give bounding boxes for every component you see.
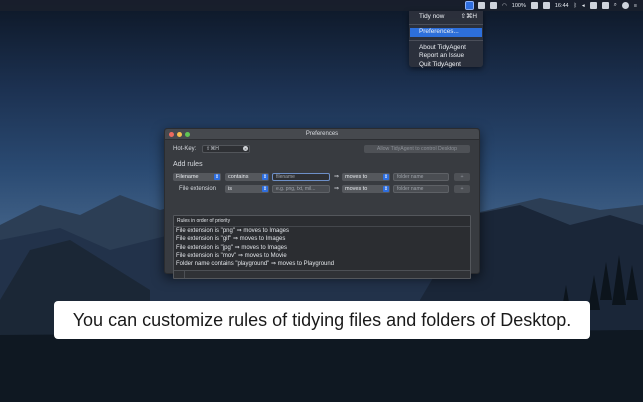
chevron-updown-icon: ⇕ — [262, 174, 268, 180]
user-icon[interactable] — [621, 2, 629, 9]
rules-list-footer — [174, 270, 470, 278]
wifi-icon[interactable]: ◠ — [502, 3, 507, 9]
menu-item-report-issue[interactable]: Report an Issue — [409, 52, 483, 60]
rule1-subject-select[interactable]: Filename ⇕ — [173, 173, 221, 181]
app-status-icon[interactable] — [477, 2, 485, 9]
chevron-updown-icon: ⇕ — [262, 186, 268, 192]
rule1-action-select[interactable]: moves to ⇕ — [342, 173, 390, 181]
menu-item-quit[interactable]: Quit TidyAgent — [409, 61, 483, 69]
clear-hotkey-icon[interactable]: × — [243, 146, 248, 151]
rules-list-header: Rules in order of priority — [174, 216, 470, 227]
menu-item-about[interactable]: About TidyAgent — [409, 44, 483, 52]
rule2-operator-select[interactable]: is ⇕ — [225, 185, 269, 193]
hotkey-field[interactable]: ⇧⌘H × — [202, 145, 250, 153]
tidyagent-status-icon[interactable] — [464, 1, 474, 10]
menu-separator — [409, 24, 483, 26]
rule2-extension-input[interactable]: e.g. png, txt, mil... — [272, 185, 330, 193]
hotkey-label: Hot-Key: — [173, 146, 197, 152]
allow-control-desktop-button[interactable]: Allow TidyAgent to control Desktop — [364, 145, 470, 153]
calendar-icon[interactable] — [542, 2, 550, 9]
chevron-updown-icon: ⇕ — [383, 186, 389, 192]
menu-separator — [409, 39, 483, 41]
rules-list[interactable]: Rules in order of priority File extensio… — [173, 215, 471, 279]
preferences-window: Preferences Hot-Key: ⇧⌘H × Allow TidyAge… — [164, 128, 480, 279]
rule-row[interactable]: Folder name contains "playground" ⇒ move… — [174, 260, 470, 268]
tidy-now-shortcut: ⇧⌘H — [460, 13, 477, 20]
rule1-arrow-icon: ⇒ — [334, 174, 340, 180]
app-status-icon-3[interactable] — [601, 2, 609, 9]
notification-center-icon[interactable]: ≡ — [634, 3, 637, 9]
rule2-action-select[interactable]: moves to ⇕ — [342, 185, 390, 193]
battery-icon[interactable] — [530, 2, 538, 9]
menu-bar: ◠ 100% 16:44 ᛒ ◂ ⌕ ≡ — [0, 0, 643, 11]
app-status-icon-2[interactable] — [489, 2, 497, 9]
rule2-folder-input[interactable]: folder name — [393, 185, 449, 193]
add-rules-heading: Add rules — [173, 161, 203, 168]
preferences-body: Hot-Key: ⇧⌘H × Allow TidyAgent to contro… — [165, 140, 479, 279]
menu-item-tidy-now[interactable]: Tidy now ⇧⌘H — [409, 13, 483, 21]
window-titlebar[interactable]: Preferences — [165, 129, 479, 140]
rule1-add-button[interactable]: + — [454, 173, 470, 181]
chevron-updown-icon: ⇕ — [214, 174, 220, 180]
spotlight-icon[interactable]: ⌕ — [614, 2, 617, 9]
rule-row[interactable]: File extension is "gif" ⇒ moves to Image… — [174, 235, 470, 243]
volume-icon[interactable]: ◂ — [582, 3, 585, 9]
remove-rule-button[interactable] — [184, 271, 185, 278]
tidyagent-menu: Tidy now ⇧⌘H Preferences... About TidyAg… — [409, 11, 483, 69]
bluetooth-icon[interactable]: ᛒ — [574, 3, 577, 9]
window-title: Preferences — [305, 131, 339, 137]
battery-percent[interactable]: 100% — [512, 3, 526, 9]
chevron-updown-icon: ⇕ — [383, 174, 389, 180]
rule1-value-input[interactable]: filename — [272, 173, 330, 181]
rule2-arrow-icon: ⇒ — [334, 186, 340, 192]
caption-banner: You can customize rules of tidying files… — [54, 301, 590, 339]
menu-item-preferences[interactable]: Preferences... — [410, 28, 482, 37]
rule1-operator-select[interactable]: contains ⇕ — [225, 173, 269, 181]
rule1-folder-input[interactable]: folder name — [393, 173, 449, 181]
input-source-icon[interactable] — [589, 2, 597, 9]
rule2-subject-label: File extension — [179, 186, 217, 192]
rule-row[interactable]: File extension is "mov" ⇒ moves to Movie — [174, 252, 470, 260]
rule2-add-button[interactable]: + — [454, 185, 470, 193]
rule-row[interactable]: File extension is "jpg" ⇒ moves to Image… — [174, 244, 470, 252]
caption-text: You can customize rules of tidying files… — [72, 309, 572, 330]
clock-text[interactable]: 16:44 — [555, 3, 569, 9]
rule-row[interactable]: File extension is "png" ⇒ moves to Image… — [174, 227, 470, 235]
